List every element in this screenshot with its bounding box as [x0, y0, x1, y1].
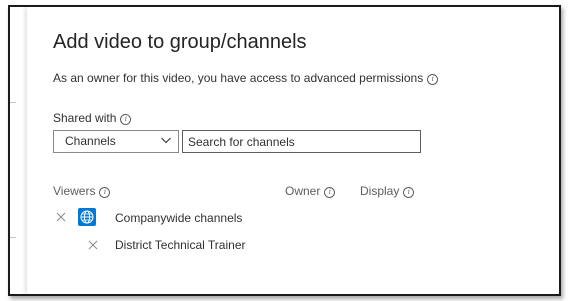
add-video-dialog: Add video to group/channels As an owner …: [27, 7, 559, 294]
info-icon[interactable]: i: [324, 187, 336, 198]
chevron-down-icon: [161, 137, 171, 144]
share-type-dropdown[interactable]: Channels: [53, 130, 179, 153]
globe-icon: [78, 208, 96, 226]
shared-with-label: Shared with i: [53, 111, 132, 125]
owner-header-text: Owner: [285, 184, 321, 198]
viewer-name: District Technical Trainer: [115, 238, 246, 252]
viewer-name: Companywide channels: [115, 211, 243, 225]
channel-search-input[interactable]: [188, 131, 420, 152]
info-icon[interactable]: i: [403, 187, 415, 198]
remove-viewer-icon[interactable]: [88, 240, 98, 250]
info-icon[interactable]: i: [120, 114, 132, 125]
display-column-header: Display i: [360, 184, 415, 198]
viewers-header-text: Viewers: [53, 184, 96, 198]
share-type-value: Channels: [65, 134, 116, 148]
screenshot-frame: Add video to group/channels As an owner …: [8, 5, 561, 296]
shared-with-text: Shared with: [53, 111, 117, 125]
info-icon[interactable]: i: [99, 187, 111, 198]
viewers-column-header: Viewers i: [53, 184, 111, 198]
description-text: As an owner for this video, you have acc…: [53, 71, 424, 85]
display-header-text: Display: [360, 184, 400, 198]
dialog-description: As an owner for this video, you have acc…: [53, 71, 439, 85]
remove-viewer-icon[interactable]: [56, 212, 66, 222]
dialog-title: Add video to group/channels: [53, 31, 307, 53]
info-icon[interactable]: i: [427, 74, 439, 85]
channel-search-box[interactable]: [182, 130, 421, 153]
owner-column-header: Owner i: [285, 184, 336, 198]
